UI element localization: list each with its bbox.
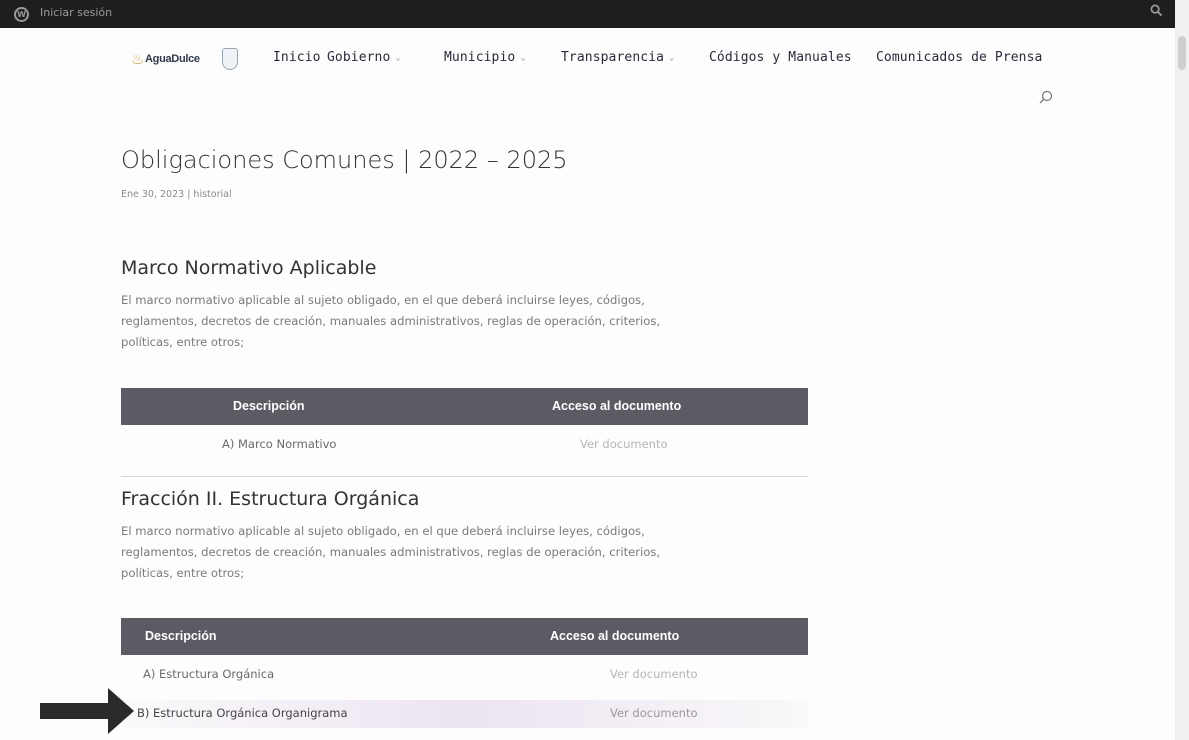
paragraph-line: políticas, entre otros;: [121, 335, 245, 349]
table-row: B) Estructura Orgánica Organigrama Ver d…: [121, 699, 808, 729]
page-title: Obligaciones Comunes | 2022 – 2025: [121, 146, 568, 174]
column-header-acceso: Acceso al documento: [552, 399, 682, 413]
wordpress-logo-icon[interactable]: W: [14, 7, 29, 22]
chevron-down-icon: ⌄: [395, 53, 401, 63]
column-header-descripcion: Descripción: [233, 399, 305, 413]
logo-text: AguaDulce: [145, 53, 200, 65]
nav-item-label: Gobierno: [327, 50, 391, 65]
post-meta: Ene 30, 2023 | historial: [121, 189, 232, 200]
ver-documento-link[interactable]: Ver documento: [580, 437, 668, 451]
nav-item-label: Municipio: [444, 50, 516, 65]
nav-item-gobierno[interactable]: Gobierno ⌄: [327, 50, 401, 65]
admin-bar: W Iniciar sesión: [0, 0, 1175, 28]
paragraph-line: reglamentos, decretos de creación, manua…: [121, 545, 661, 559]
row-description: B) Estructura Orgánica Organigrama: [137, 706, 348, 720]
section-description: El marco normativo aplicable al sujeto o…: [121, 521, 821, 584]
ver-documento-link[interactable]: Ver documento: [610, 667, 698, 681]
nav-item-transparencia[interactable]: Transparencia ⌄: [561, 50, 675, 65]
annotation-arrow-icon: [40, 686, 134, 736]
table-row: A) Marco Normativo Ver documento: [121, 430, 808, 460]
row-description: A) Estructura Orgánica: [143, 667, 275, 681]
municipal-shield-icon: [222, 48, 238, 70]
admin-search-icon[interactable]: [1150, 4, 1163, 21]
nav-item-label: Inicio: [273, 50, 321, 65]
login-link[interactable]: Iniciar sesión: [40, 6, 112, 19]
nav-item-inicio[interactable]: Inicio: [273, 50, 321, 65]
logo-flame-icon: ♨: [131, 50, 145, 68]
row-description: A) Marco Normativo: [222, 437, 337, 451]
section-description: El marco normativo aplicable al sujeto o…: [121, 290, 821, 353]
scrollbar[interactable]: [1175, 0, 1189, 740]
search-icon[interactable]: [1039, 89, 1053, 104]
paragraph-line: El marco normativo aplicable al sujeto o…: [121, 524, 645, 538]
section-divider: [121, 476, 808, 477]
chevron-down-icon: ⌄: [520, 53, 526, 63]
ver-documento-link[interactable]: Ver documento: [610, 706, 698, 720]
scrollbar-thumb[interactable]: [1178, 36, 1186, 70]
column-header-descripcion: Descripción: [145, 629, 217, 643]
paragraph-line: reglamentos, decretos de creación, manua…: [121, 314, 661, 328]
nav-item-comunicados-de-prensa[interactable]: Comunicados de Prensa: [876, 50, 1042, 65]
section-title-estructura-organica: Fracción II. Estructura Orgánica: [121, 488, 420, 510]
table-row: A) Estructura Orgánica Ver documento: [121, 660, 808, 690]
nav-item-label: Códigos y Manuales: [709, 50, 852, 65]
section-title-marco-normativo: Marco Normativo Aplicable: [121, 257, 377, 279]
paragraph-line: políticas, entre otros;: [121, 566, 245, 580]
nav-item-municipio[interactable]: Municipio ⌄: [444, 50, 526, 65]
table-header: Descripción Acceso al documento: [121, 618, 808, 655]
table-header: Descripción Acceso al documento: [121, 388, 808, 425]
paragraph-line: El marco normativo aplicable al sujeto o…: [121, 293, 645, 307]
nav-item-label: Transparencia: [561, 50, 665, 65]
nav-item-codigos-y-manuales[interactable]: Códigos y Manuales: [709, 50, 852, 65]
chevron-down-icon: ⌄: [669, 53, 675, 63]
nav-item-label: Comunicados de Prensa: [876, 50, 1043, 65]
column-header-acceso: Acceso al documento: [550, 629, 680, 643]
